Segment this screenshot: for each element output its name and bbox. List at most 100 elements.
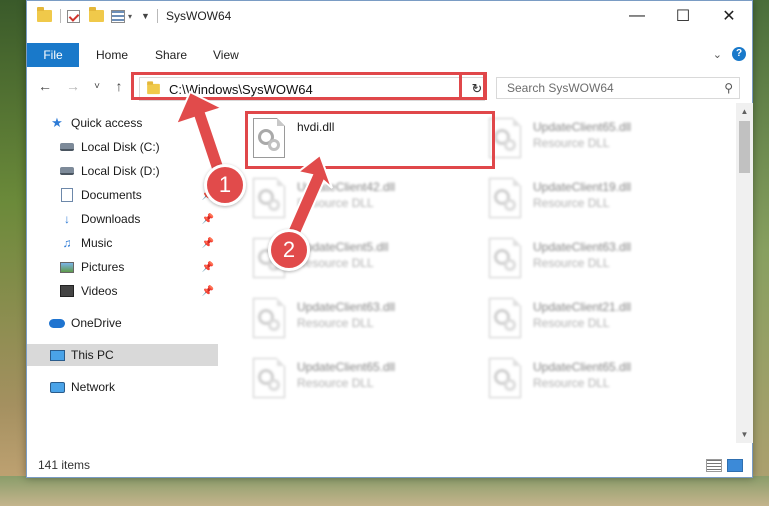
- file-name: UpdateClient65.dll: [533, 120, 632, 134]
- dll-file-icon: [253, 178, 285, 218]
- sidebar-item-label: OneDrive: [71, 316, 122, 330]
- sidebar-item-onedrive[interactable]: OneDrive: [27, 312, 218, 334]
- dll-file-icon: [489, 298, 521, 338]
- sidebar-item-label: Pictures: [81, 260, 125, 274]
- documents-icon: [59, 188, 75, 202]
- navigation-pane: ★ Quick access Local Disk (C:) Local Dis…: [27, 111, 218, 443]
- maximize-button[interactable]: ☐: [660, 1, 706, 31]
- pin-icon[interactable]: 📌: [202, 262, 214, 273]
- sidebar-item-label: Network: [71, 380, 116, 394]
- expand-ribbon-chevron-icon[interactable]: ⌄: [713, 48, 722, 61]
- pin-icon[interactable]: 📌: [202, 286, 214, 297]
- file-item[interactable]: UpdateClient19.dll Resource DLL: [481, 170, 701, 222]
- ribbon-controls: ⌄ ?: [713, 47, 746, 61]
- star-icon: ★: [51, 115, 63, 130]
- network-icon: [49, 380, 65, 394]
- folder-icon: [37, 7, 52, 24]
- dll-file-icon: [489, 178, 521, 218]
- search-icon[interactable]: ⚲: [724, 81, 733, 95]
- music-icon: ♫: [62, 236, 72, 250]
- window-title: SysWOW64: [166, 9, 232, 23]
- file-name: UpdateClient65.dll: [297, 360, 396, 374]
- file-name: UpdateClient65.dll: [533, 360, 632, 374]
- pin-icon[interactable]: 📌: [202, 214, 214, 225]
- sidebar-item-documents[interactable]: Documents 📌: [27, 184, 218, 206]
- file-type: Resource DLL: [533, 196, 610, 210]
- toolbar-divider: [157, 9, 158, 23]
- file-item[interactable]: UpdateClient65.dll Resource DLL: [245, 350, 465, 402]
- sidebar-item-network[interactable]: Network: [27, 376, 218, 398]
- sidebar-item-this-pc[interactable]: This PC: [27, 344, 218, 366]
- cloud-icon: [49, 316, 65, 330]
- help-icon[interactable]: ?: [732, 47, 746, 61]
- customize-dropdown-icon[interactable]: ▾: [128, 8, 132, 24]
- properties-check-icon[interactable]: [67, 8, 80, 24]
- file-explorer-window: ▾ ▼ SysWOW64 — ☐ ✕ File Home Share View …: [26, 0, 753, 478]
- file-name: UpdateClient63.dll: [533, 240, 632, 254]
- title-bar: ▾ ▼ SysWOW64 — ☐ ✕: [27, 1, 752, 31]
- dll-file-icon: [253, 298, 285, 338]
- sidebar-item-label: Videos: [81, 284, 118, 298]
- sidebar-item-videos[interactable]: Videos 📌: [27, 280, 218, 302]
- drive-icon: [59, 164, 75, 178]
- file-type: Resource DLL: [533, 136, 610, 150]
- toolbar-divider: [60, 9, 61, 23]
- pin-icon[interactable]: 📌: [202, 238, 214, 249]
- sidebar-item-label: This PC: [71, 348, 114, 362]
- file-item[interactable]: UpdateClient63.dll Resource DLL: [481, 230, 701, 282]
- recent-locations-button[interactable]: ˅: [87, 75, 107, 97]
- file-name: UpdateClient21.dll: [533, 300, 632, 314]
- sidebar-item-downloads[interactable]: ↓ Downloads 📌: [27, 208, 218, 230]
- file-item[interactable]: UpdateClient65.dll Resource DLL: [481, 350, 701, 402]
- desktop-wallpaper-bottom: [0, 476, 769, 506]
- quick-access-toolbar-chevron-icon[interactable]: ▼: [141, 8, 150, 24]
- sidebar-item-label: Quick access: [71, 116, 143, 130]
- sidebar-item-quick-access[interactable]: ★ Quick access: [27, 112, 218, 134]
- desktop-wallpaper-right: [753, 0, 769, 506]
- pictures-icon: [59, 260, 75, 274]
- sidebar-item-local-disk-d[interactable]: Local Disk (D:): [27, 160, 218, 182]
- minimize-button[interactable]: —: [614, 1, 660, 31]
- search-placeholder: Search SysWOW64: [507, 81, 614, 95]
- file-name: UpdateClient19.dll: [533, 180, 632, 194]
- step-badge-1: 1: [204, 164, 246, 206]
- item-count: 141 items: [38, 458, 91, 472]
- tab-file[interactable]: File: [27, 43, 79, 67]
- details-view-icon[interactable]: [706, 459, 722, 472]
- back-button[interactable]: ←: [35, 75, 55, 97]
- tab-share[interactable]: Share: [142, 43, 200, 67]
- forward-button[interactable]: →: [63, 75, 83, 97]
- dll-file-icon: [489, 358, 521, 398]
- vertical-scrollbar[interactable]: ▲ ▼: [736, 103, 753, 443]
- sidebar-item-label: Local Disk (D:): [81, 164, 160, 178]
- file-type: Resource DLL: [533, 376, 610, 390]
- step-badge-2: 2: [268, 229, 310, 271]
- sidebar-item-pictures[interactable]: Pictures 📌: [27, 256, 218, 278]
- scroll-up-icon[interactable]: ▲: [736, 103, 753, 120]
- scrollbar-thumb[interactable]: [739, 121, 750, 173]
- new-folder-icon[interactable]: [89, 7, 104, 24]
- file-type: Resource DLL: [297, 376, 374, 390]
- file-item[interactable]: UpdateClient65.dll Resource DLL: [481, 110, 701, 162]
- file-item[interactable]: UpdateClient21.dll Resource DLL: [481, 290, 701, 342]
- tab-view[interactable]: View: [200, 43, 252, 67]
- sidebar-item-local-disk-c[interactable]: Local Disk (C:): [27, 136, 218, 158]
- scroll-down-icon[interactable]: ▼: [736, 426, 753, 443]
- dll-file-icon: [253, 358, 285, 398]
- file-item[interactable]: UpdateClient42.dll Resource DLL: [245, 170, 465, 222]
- up-button[interactable]: ↑: [109, 75, 129, 97]
- address-bar-highlight: [131, 72, 487, 100]
- large-icons-view-icon[interactable]: [727, 459, 743, 472]
- computer-icon: [49, 348, 65, 362]
- search-input[interactable]: Search SysWOW64 ⚲: [496, 77, 740, 99]
- file-name: UpdateClient63.dll: [297, 300, 396, 314]
- tab-home[interactable]: Home: [83, 43, 141, 67]
- file-type: Resource DLL: [297, 256, 374, 270]
- sidebar-item-label: Downloads: [81, 212, 141, 226]
- desktop-wallpaper-left: [0, 0, 26, 506]
- sidebar-item-music[interactable]: ♫ Music 📌: [27, 232, 218, 254]
- file-item[interactable]: UpdateClient63.dll Resource DLL: [245, 290, 465, 342]
- close-button[interactable]: ✕: [706, 1, 752, 31]
- file-name: UpdateClient42.dll: [297, 180, 396, 194]
- properties-icon[interactable]: [111, 8, 125, 24]
